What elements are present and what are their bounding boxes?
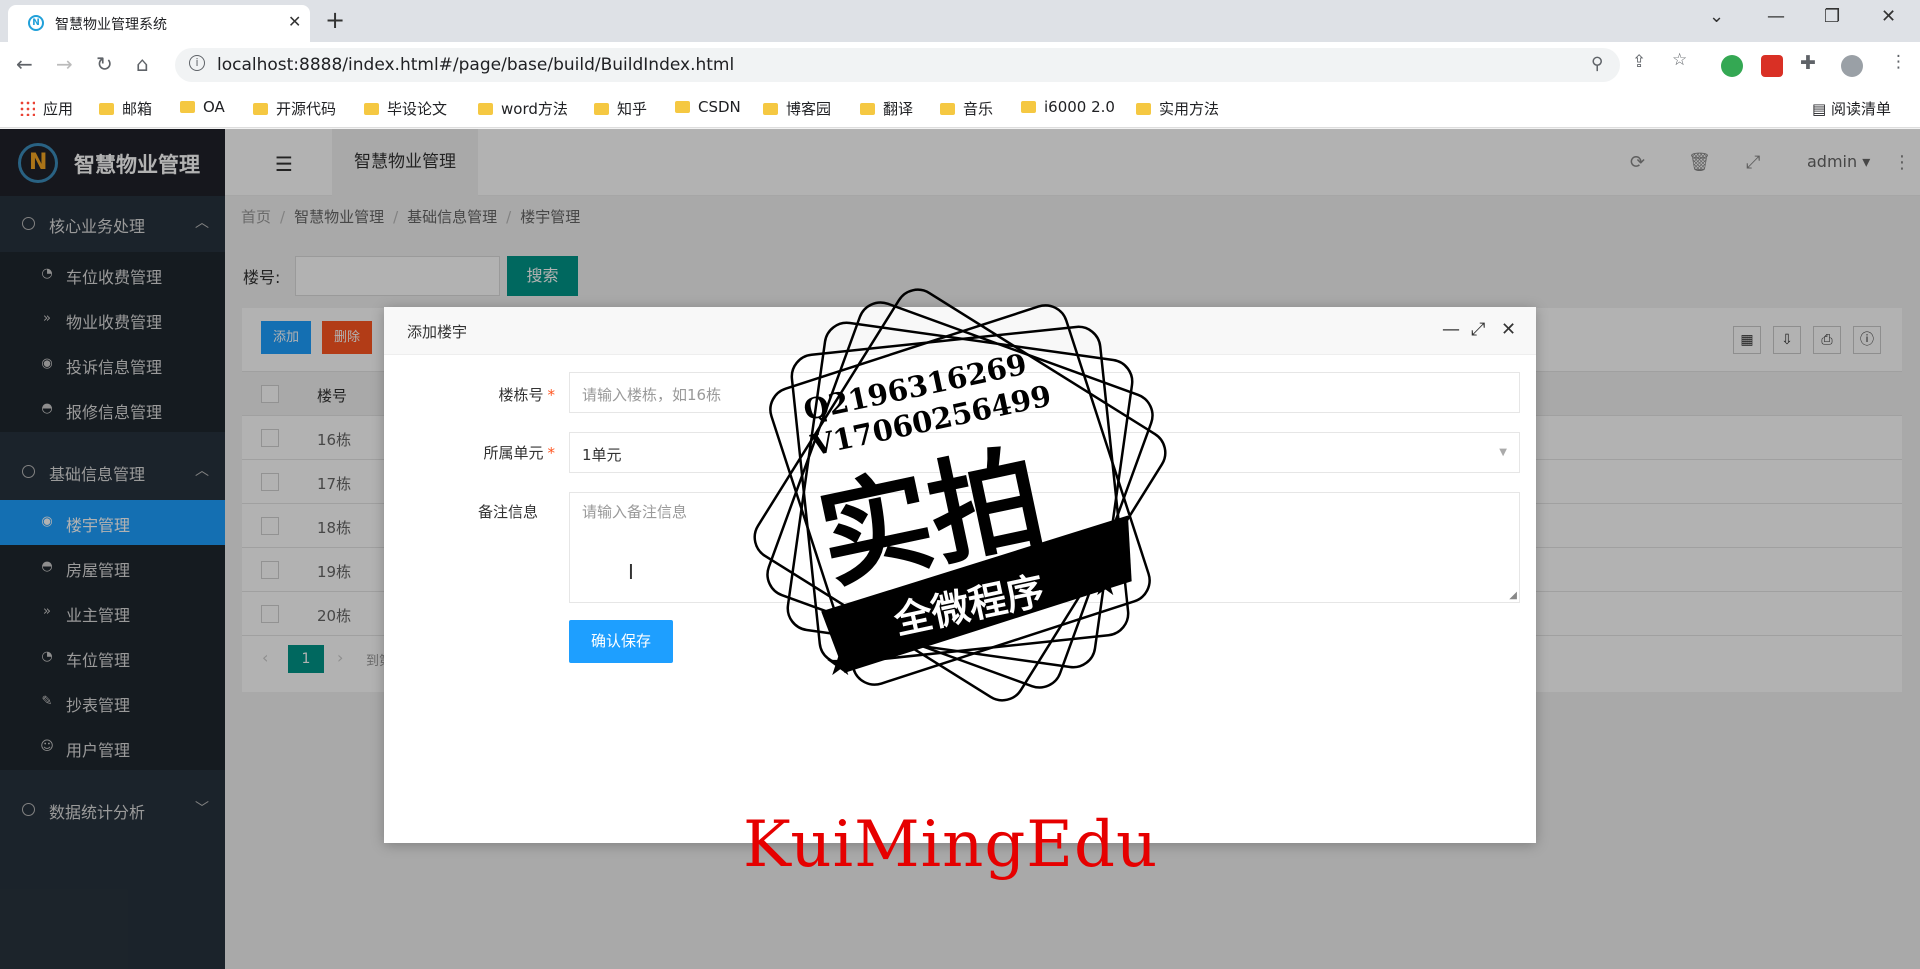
close-icon[interactable]: ✕	[1501, 319, 1516, 340]
share-icon[interactable]: ⇪	[1632, 52, 1646, 72]
reading-list[interactable]: ▤ 阅读清单	[1812, 98, 1891, 119]
folder-icon	[1021, 101, 1036, 113]
remark-label: 备注信息	[477, 503, 538, 521]
apps-grid-icon	[19, 100, 35, 116]
tab-search-chevron-icon[interactable]: ⌄	[1709, 6, 1724, 27]
text-cursor-icon: I	[628, 560, 634, 584]
back-arrow-icon[interactable]: ←	[16, 52, 33, 76]
folder-icon	[763, 103, 778, 115]
restore-window-icon[interactable]: ❐	[1824, 6, 1840, 27]
maximize-icon[interactable]: ⤢	[1471, 319, 1485, 340]
folder-icon	[675, 101, 690, 113]
watermark-brand: KuiMingEdu	[743, 808, 1159, 882]
folder-icon	[364, 103, 379, 115]
forward-arrow-icon[interactable]: →	[56, 52, 73, 76]
fe-extension-icon[interactable]	[1761, 55, 1783, 77]
browser-menu-icon[interactable]: ⋮	[1890, 52, 1907, 72]
profile-avatar-icon[interactable]	[1841, 55, 1863, 77]
reload-icon[interactable]: ↻	[96, 52, 113, 76]
browser-toolbar: ← → ↻ ⌂ i localhost:8888/index.html#/pag…	[0, 42, 1920, 88]
bookmark-folder[interactable]: word方法	[478, 98, 568, 119]
bookmark-folder[interactable]: 邮箱	[99, 98, 152, 119]
folder-icon	[180, 101, 195, 113]
watermark-stamp: Q2196316269 V17060256499 实拍 全微程序 ★ ★	[753, 288, 1167, 702]
bookmark-folder[interactable]: OA	[180, 98, 225, 116]
confirm-save-button[interactable]: 确认保存	[569, 620, 673, 663]
browser-tab[interactable]: N 智慧物业管理系统 ✕	[8, 5, 310, 42]
star-icon: ★	[1090, 564, 1120, 604]
close-window-icon[interactable]: ✕	[1881, 6, 1896, 27]
bookmark-apps[interactable]: 应用	[19, 98, 73, 119]
modal-title: 添加楼宇	[407, 323, 468, 341]
bookmarks-bar: 应用 邮箱 OA 开源代码 毕设论文 word方法 知乎 CSDN 博客园 翻译…	[0, 88, 1920, 128]
bookmark-folder[interactable]: 翻译	[860, 98, 913, 119]
bookmark-folder[interactable]: 音乐	[940, 98, 993, 119]
bookmark-folder[interactable]: i6000 2.0	[1021, 98, 1115, 116]
zoom-icon[interactable]: ⚲	[1591, 54, 1603, 74]
extensions-puzzle-icon[interactable]: ✚	[1800, 52, 1816, 74]
address-bar[interactable]: i localhost:8888/index.html#/page/base/b…	[175, 48, 1620, 82]
minimize-window-icon[interactable]: —	[1767, 6, 1785, 27]
shield-extension-icon[interactable]	[1721, 55, 1743, 77]
dropdown-caret-icon: ▼	[1499, 447, 1507, 458]
url-text[interactable]: localhost:8888/index.html#/page/base/bui…	[217, 55, 734, 75]
browser-tabbar: N 智慧物业管理系统 ✕ + ⌄ — ❐ ✕	[0, 0, 1920, 42]
unit-label: 所属单元 *	[483, 444, 555, 462]
new-tab-icon[interactable]: +	[325, 6, 345, 34]
folder-icon	[594, 103, 609, 115]
reading-list-icon: ▤	[1812, 100, 1831, 118]
bookmark-folder[interactable]: 毕设论文	[364, 98, 447, 119]
folder-icon	[99, 103, 114, 115]
bookmark-folder[interactable]: 博客园	[763, 98, 831, 119]
close-tab-icon[interactable]: ✕	[288, 12, 301, 31]
site-info-icon[interactable]: i	[189, 55, 205, 71]
bookmark-folder[interactable]: 实用方法	[1136, 98, 1219, 119]
bookmark-folder[interactable]: CSDN	[675, 98, 741, 116]
bookmark-folder[interactable]: 开源代码	[253, 98, 336, 119]
bookmark-folder[interactable]: 知乎	[594, 98, 647, 119]
site-favicon-icon: N	[28, 15, 44, 31]
tab-title: 智慧物业管理系统	[55, 17, 167, 33]
resize-handle-icon[interactable]: ◢	[1509, 590, 1517, 601]
home-icon[interactable]: ⌂	[136, 52, 149, 76]
folder-icon	[253, 103, 268, 115]
folder-icon	[478, 103, 493, 115]
folder-icon	[1136, 103, 1151, 115]
unit-selected-value: 1单元	[582, 446, 622, 464]
star-icon: ★	[825, 644, 855, 684]
building-number-label: 楼栋号 *	[498, 386, 555, 404]
bookmark-star-icon[interactable]: ☆	[1672, 50, 1687, 70]
folder-icon	[860, 103, 875, 115]
folder-icon	[940, 103, 955, 115]
minimize-icon[interactable]: —	[1442, 319, 1460, 340]
